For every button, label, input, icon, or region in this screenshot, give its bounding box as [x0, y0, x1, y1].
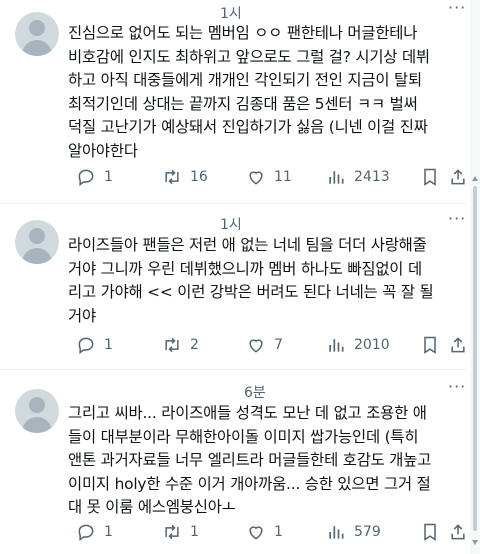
- scroll-down-arrow-icon[interactable]: [472, 540, 478, 545]
- more-icon[interactable]: ···: [448, 209, 466, 228]
- like-button[interactable]: 7: [246, 333, 283, 357]
- reply-button[interactable]: 1: [76, 520, 113, 544]
- retweet-icon: [165, 524, 179, 540]
- scrollbar[interactable]: [470, 0, 480, 554]
- tweet-3[interactable]: 6분 ··· 그리고 씨바... 라이즈애들 성격도 모난 데 없고 조용한 애…: [0, 370, 466, 554]
- scrollbar-thumb[interactable]: [473, 186, 477, 531]
- reply-icon: [78, 169, 94, 186]
- avatar[interactable]: [15, 12, 59, 56]
- more-icon[interactable]: ···: [448, 377, 466, 396]
- tweet-text: 라이즈들아 팬들은 저런 애 없는 너네 팀을 더더 사랑해줄 거야 그니까 우…: [68, 236, 434, 325]
- views-icon: [329, 339, 344, 352]
- bookmark-icon[interactable]: [420, 167, 440, 187]
- retweet-icon: [165, 337, 179, 353]
- tweet-text: 진심으로 없어도 되는 멤버임 ㅇㅇ 팬한테나 머글한테나 비호감에 인지도 최…: [68, 24, 430, 160]
- tweet-actions: 1 2 7 2010: [68, 333, 465, 357]
- views-count: 579: [354, 524, 381, 540]
- bookmark-icon[interactable]: [420, 522, 440, 542]
- share-icon[interactable]: [448, 167, 468, 187]
- avatar[interactable]: [15, 220, 59, 264]
- tweet-actions: 1 1 1 579: [68, 520, 465, 544]
- reply-count: 1: [104, 337, 113, 353]
- heart-icon: [249, 526, 263, 540]
- heart-icon: [249, 171, 263, 185]
- retweet-button[interactable]: 2: [162, 333, 199, 357]
- tweet-1[interactable]: 1시 ··· 진심으로 없어도 되는 멤버임 ㅇㅇ 팬한테나 머글한테나 비호감…: [0, 0, 466, 195]
- reply-icon: [78, 337, 94, 354]
- share-icon[interactable]: [448, 522, 468, 542]
- reply-count: 1: [104, 169, 113, 185]
- retweet-count: 1: [190, 524, 199, 540]
- views-count: 2010: [354, 337, 390, 353]
- tweet-actions: 1 16 11 2413: [68, 165, 465, 189]
- reply-button[interactable]: 1: [76, 333, 113, 357]
- views-button[interactable]: 2413: [326, 165, 390, 189]
- reply-button[interactable]: 1: [76, 165, 113, 189]
- bookmark-icon[interactable]: [420, 335, 440, 355]
- like-count: 1: [274, 524, 283, 540]
- scroll-up-arrow-icon[interactable]: [472, 176, 478, 181]
- views-icon: [329, 171, 344, 184]
- retweet-count: 16: [190, 169, 208, 185]
- more-icon[interactable]: ···: [448, 0, 466, 17]
- like-count: 7: [274, 337, 283, 353]
- avatar[interactable]: [15, 389, 59, 433]
- retweet-button[interactable]: 1: [162, 520, 199, 544]
- views-button[interactable]: 2010: [326, 333, 390, 357]
- like-button[interactable]: 1: [246, 520, 283, 544]
- retweet-count: 2: [190, 337, 199, 353]
- like-button[interactable]: 11: [246, 165, 292, 189]
- heart-icon: [249, 339, 263, 353]
- retweet-button[interactable]: 16: [162, 165, 208, 189]
- like-count: 11: [274, 169, 292, 185]
- timestamp[interactable]: 1시: [220, 3, 242, 23]
- retweet-icon: [165, 169, 179, 185]
- tweet-text: 그리고 씨바... 라이즈애들 성격도 모난 데 없고 조용한 애 들이 대부분…: [68, 404, 432, 516]
- tweet-2[interactable]: 1시 ··· 라이즈들아 팬들은 저런 애 없는 너네 팀을 더더 사랑해줄 거…: [0, 204, 466, 369]
- timestamp[interactable]: 6분: [244, 382, 266, 402]
- share-icon[interactable]: [448, 335, 468, 355]
- timestamp[interactable]: 1시: [220, 214, 242, 234]
- reply-icon: [78, 524, 94, 541]
- reply-count: 1: [104, 524, 113, 540]
- views-button[interactable]: 579: [326, 520, 381, 544]
- views-icon: [329, 526, 344, 539]
- views-count: 2413: [354, 169, 390, 185]
